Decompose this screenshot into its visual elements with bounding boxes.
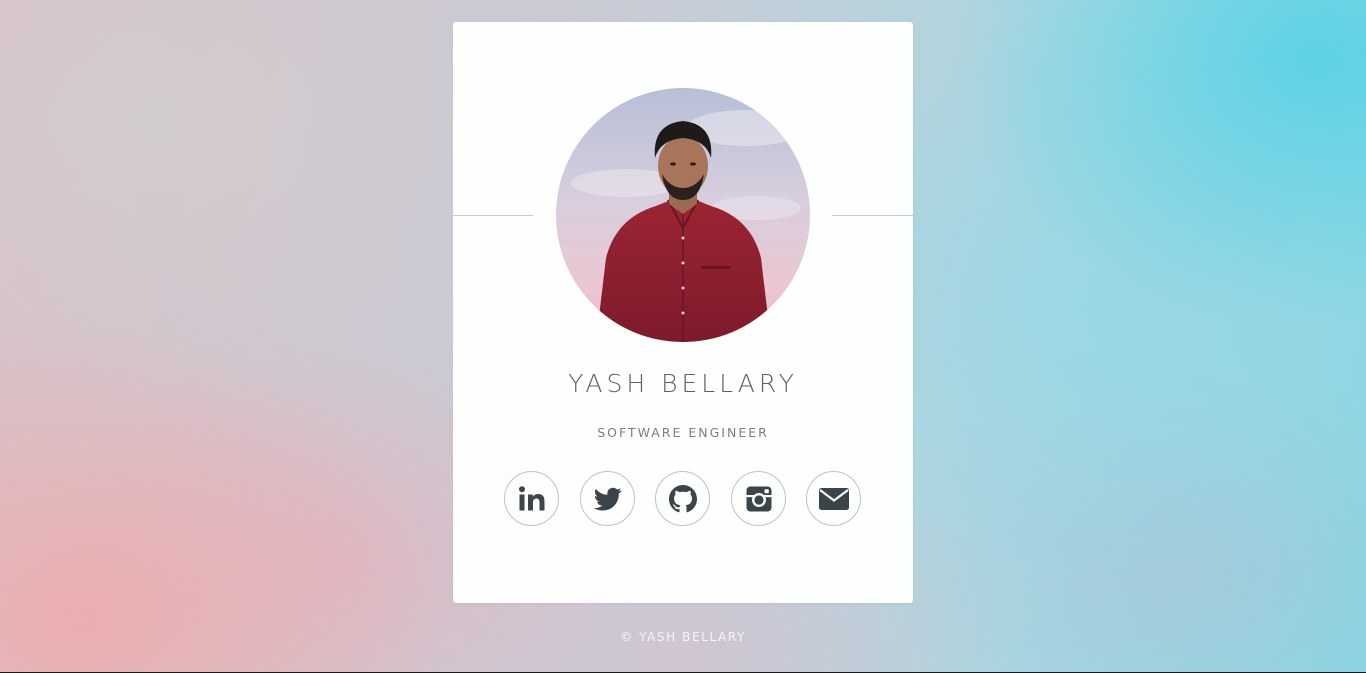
profile-photo [556, 88, 810, 342]
divider-right [832, 215, 913, 216]
divider-left [453, 215, 533, 216]
profile-name: YASH BELLARY [568, 369, 798, 398]
social-links [504, 471, 864, 527]
linkedin-button[interactable] [504, 471, 559, 526]
twitter-button[interactable] [580, 471, 635, 526]
instagram-icon [746, 486, 771, 511]
linkedin-icon [518, 485, 544, 510]
page-background: YASH BELLARY SOFTWARE ENGINEER © YASH BE… [0, 0, 1366, 673]
github-icon [668, 484, 697, 512]
profile-title: SOFTWARE ENGINEER [597, 425, 769, 440]
email-button[interactable] [806, 471, 861, 526]
email-icon [818, 487, 849, 510]
footer-copyright: © YASH BELLARY [620, 630, 746, 644]
instagram-button[interactable] [731, 471, 786, 526]
github-button[interactable] [655, 471, 710, 526]
avatar [556, 88, 810, 342]
profile-card: YASH BELLARY SOFTWARE ENGINEER [453, 22, 913, 603]
twitter-icon [593, 487, 622, 511]
